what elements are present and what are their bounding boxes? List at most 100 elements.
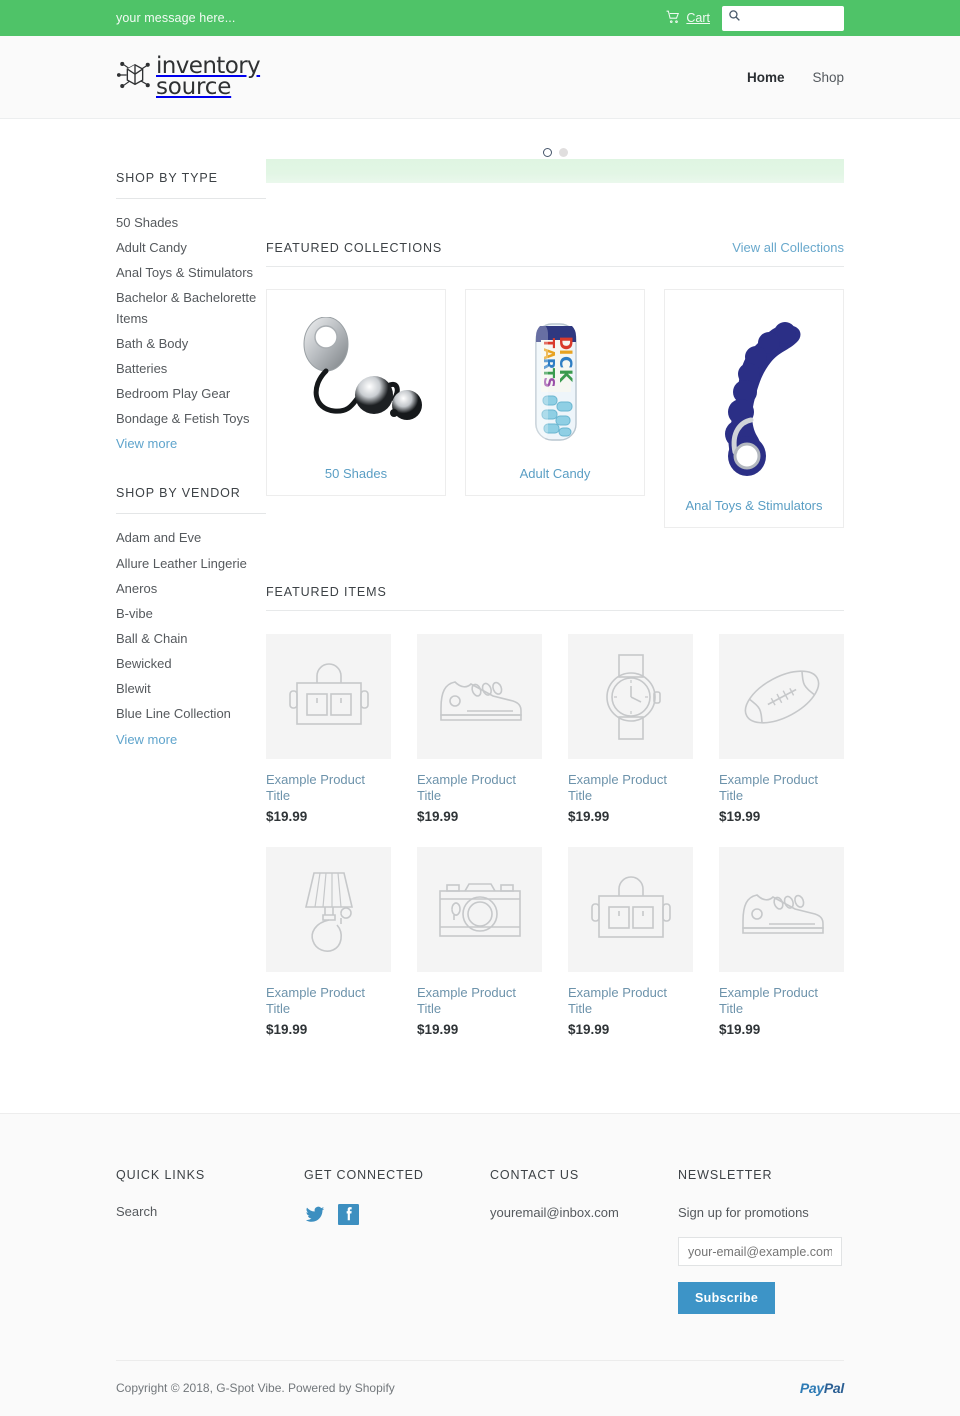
carousel-dot-1[interactable]: [542, 148, 552, 157]
collection-label-50-shades[interactable]: 50 Shades: [283, 466, 429, 481]
sidebar-vendor-blue-line[interactable]: Blue Line Collection: [116, 704, 266, 724]
product-title[interactable]: Example Product Title: [417, 985, 542, 1016]
collection-card-50-shades[interactable]: 50 Shades: [266, 289, 446, 496]
site-logo[interactable]: inventory source: [116, 54, 747, 99]
sidebar-shop-by-type: SHOP BY TYPE 50 Shades Adult Candy Anal …: [116, 171, 266, 454]
product-title[interactable]: Example Product Title: [266, 772, 391, 803]
product-price: $19.99: [568, 1022, 610, 1038]
twitter-icon[interactable]: [304, 1205, 326, 1230]
view-all-collections-link[interactable]: View all Collections: [732, 240, 844, 255]
list-item: Adult Candy: [116, 238, 266, 258]
sneaker-icon: [741, 893, 824, 934]
paypal-logo: PayPal: [800, 1380, 844, 1396]
sidebar-item-anal-toys[interactable]: Anal Toys & Stimulators: [116, 263, 266, 283]
product-card[interactable]: Example Product Title $19.99: [568, 847, 693, 1037]
product-price: $19.99: [719, 809, 761, 825]
footer-newsletter: NEWSLETTER Sign up for promotions Subscr…: [678, 1168, 844, 1315]
list-item: View more: [116, 434, 266, 454]
search-box[interactable]: [722, 5, 844, 31]
sidebar-item-bedroom-play-gear[interactable]: Bedroom Play Gear: [116, 384, 266, 404]
list-item: Blue Line Collection: [116, 704, 266, 724]
product-thumbnail: [568, 847, 693, 973]
collection-card-adult-candy[interactable]: D I C K T A R T S Adult Candy: [465, 289, 645, 496]
sidebar-item-adult-candy[interactable]: Adult Candy: [116, 238, 266, 258]
sidebar-vendor-b-vibe[interactable]: B-vibe: [116, 604, 266, 624]
sidebar-item-50-shades[interactable]: 50 Shades: [116, 213, 266, 233]
sidebar-item-bachelor[interactable]: Bachelor & Bachelorette Items: [116, 288, 266, 328]
cart-link[interactable]: Cart: [666, 10, 710, 27]
announcement-message: your message here...: [116, 11, 236, 25]
product-card[interactable]: Example Product Title $19.99: [417, 634, 542, 824]
product-thumbnail: [266, 847, 391, 973]
lamp-icon: [304, 871, 353, 952]
product-thumbnail: [719, 847, 844, 973]
product-title[interactable]: Example Product Title: [568, 772, 693, 803]
sidebar-vendor-bewicked[interactable]: Bewicked: [116, 654, 266, 674]
social-links: [304, 1204, 490, 1230]
footer-link-search[interactable]: Search: [116, 1204, 304, 1219]
briefcase-icon: [590, 875, 671, 938]
football-icon: [744, 669, 819, 724]
product-price: $19.99: [266, 1022, 308, 1038]
sneaker-icon: [439, 680, 522, 721]
site-header: inventory source Home Shop: [0, 36, 960, 119]
list-item: Aneros: [116, 579, 266, 599]
product-title[interactable]: Example Product Title: [719, 772, 844, 803]
carousel-dot-2[interactable]: [558, 148, 568, 157]
product-price: $19.99: [417, 809, 459, 825]
list-item: Ball & Chain: [116, 629, 266, 649]
footer-contact-email: youremail@inbox.com: [490, 1205, 619, 1221]
briefcase-icon: [288, 662, 369, 725]
product-card[interactable]: Example Product Title $19.99: [266, 847, 391, 1037]
shopping-cart-icon: [666, 10, 680, 27]
sidebar-vendor-adam-and-eve[interactable]: Adam and Eve: [116, 528, 266, 548]
sidebar-item-bath-body[interactable]: Bath & Body: [116, 334, 266, 354]
list-item: Bedroom Play Gear: [116, 384, 266, 404]
product-title[interactable]: Example Product Title: [568, 985, 693, 1016]
nav-item-shop[interactable]: Shop: [812, 70, 844, 85]
search-input[interactable]: [745, 11, 838, 25]
camera-icon: [438, 882, 521, 937]
cube-network-icon: [116, 58, 154, 97]
sidebar-vendor-ball-chain[interactable]: Ball & Chain: [116, 629, 266, 649]
blue-beads-wand-image: [725, 322, 801, 476]
featured-items-grid: Example Product Title $19.99 Example Pro…: [266, 634, 844, 1037]
silver-kegel-balls-image: [303, 317, 422, 420]
newsletter-email-input[interactable]: [678, 1237, 842, 1267]
sidebar-vendor-aneros[interactable]: Aneros: [116, 579, 266, 599]
product-card[interactable]: Example Product Title $19.99: [417, 847, 542, 1037]
main-navigation: Home Shop: [747, 70, 844, 85]
nav-item-home[interactable]: Home: [747, 70, 785, 85]
sidebar-item-bondage-fetish[interactable]: Bondage & Fetish Toys: [116, 409, 266, 429]
product-title[interactable]: Example Product Title: [719, 985, 844, 1016]
footer-title-newsletter: NEWSLETTER: [678, 1168, 773, 1183]
watch-icon: [605, 653, 661, 740]
product-price: $19.99: [417, 1022, 459, 1038]
product-card[interactable]: Example Product Title $19.99: [568, 634, 693, 824]
sidebar-view-more-vendor[interactable]: View more: [116, 730, 178, 750]
collection-image-wrap: [681, 308, 827, 484]
product-thumbnail: [266, 634, 391, 759]
product-card[interactable]: Example Product Title $19.99: [719, 847, 844, 1037]
collection-label-adult-candy[interactable]: Adult Candy: [482, 466, 628, 481]
footer-quick-links: QUICK LINKS Search: [116, 1168, 304, 1314]
sidebar-item-batteries[interactable]: Batteries: [116, 359, 266, 379]
hero-carousel[interactable]: [266, 148, 844, 183]
list-item: Allure Leather Lingerie: [116, 554, 266, 574]
product-thumbnail: [417, 634, 542, 759]
list-item: Blewit: [116, 679, 266, 699]
product-title[interactable]: Example Product Title: [417, 772, 542, 803]
collection-card-anal-toys[interactable]: Anal Toys & Stimulators: [664, 289, 844, 528]
facebook-icon[interactable]: [338, 1204, 359, 1230]
featured-items-header: FEATURED ITEMS: [266, 585, 844, 611]
product-card[interactable]: Example Product Title $19.99: [719, 634, 844, 824]
collection-label-anal-toys[interactable]: Anal Toys & Stimulators: [681, 498, 827, 513]
sidebar-vendor-blewit[interactable]: Blewit: [116, 679, 266, 699]
subscribe-button[interactable]: Subscribe: [678, 1282, 776, 1315]
product-title[interactable]: Example Product Title: [266, 985, 391, 1016]
product-price: $19.99: [719, 1022, 761, 1038]
product-card[interactable]: Example Product Title $19.99: [266, 634, 391, 824]
sidebar-view-more-type[interactable]: View more: [116, 434, 178, 454]
sidebar-vendor-list: Adam and Eve Allure Leather Lingerie Ane…: [116, 528, 266, 749]
sidebar-vendor-allure[interactable]: Allure Leather Lingerie: [116, 554, 266, 574]
